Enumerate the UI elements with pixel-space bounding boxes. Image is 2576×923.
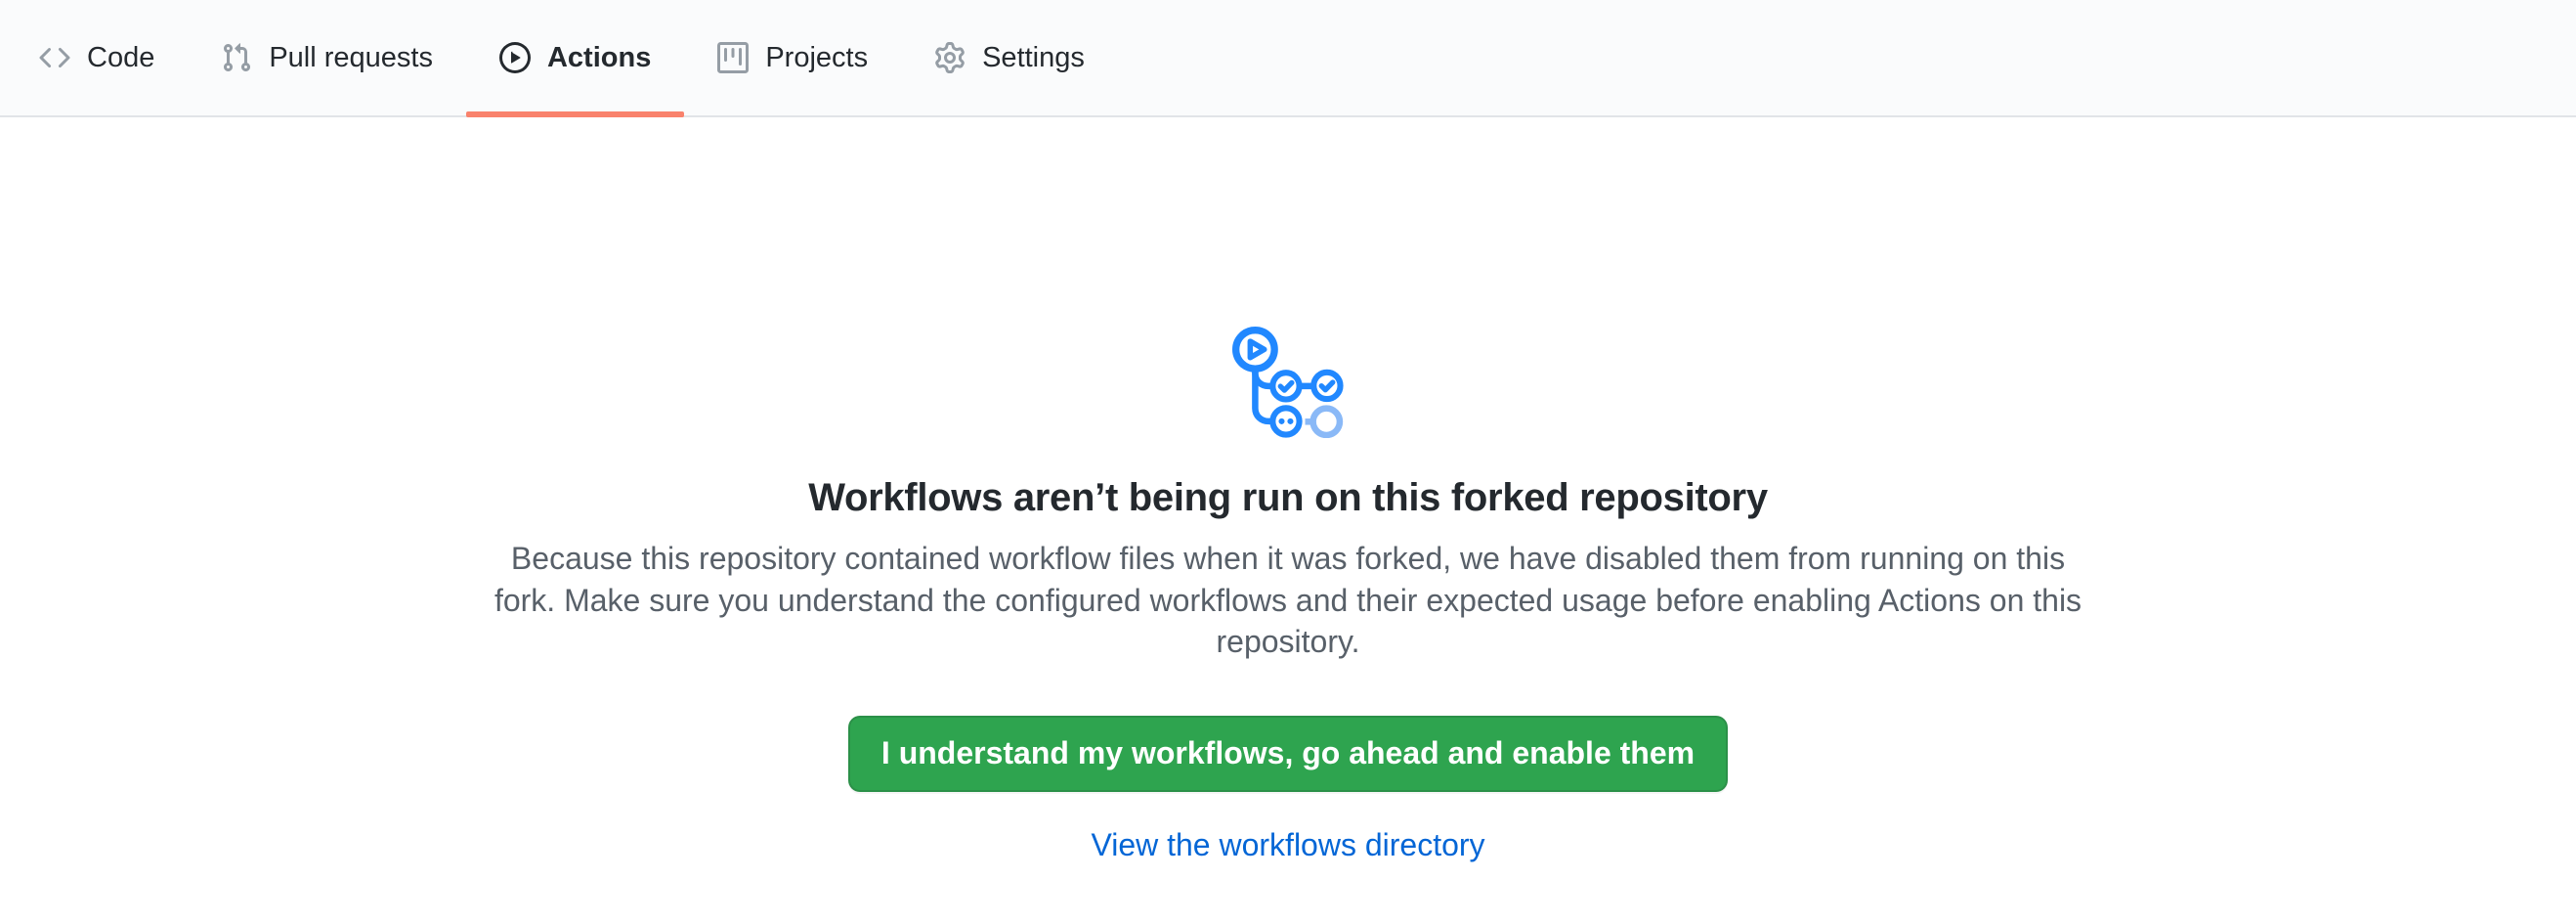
repo-tab-nav: Code Pull requests Actions Projects Sett… [0,0,2576,117]
enable-workflows-button[interactable]: I understand my workflows, go ahead and … [848,716,1728,792]
gear-icon [934,42,966,73]
blankslate-description: Because this repository contained workfl… [482,538,2094,663]
tab-settings-label: Settings [982,42,1085,74]
actions-disabled-blankslate: Workflows aren’t being run on this forke… [0,117,2576,863]
workflow-graph-icon [1232,327,1344,443]
page-title: Workflows aren’t being run on this forke… [0,476,2576,520]
tab-code-label: Code [87,42,154,74]
tab-projects[interactable]: Projects [684,0,901,115]
play-icon [499,42,531,73]
project-icon [717,42,749,73]
tab-projects-label: Projects [765,42,868,74]
tab-pull-requests-label: Pull requests [269,42,433,74]
view-workflows-directory-link[interactable]: View the workflows directory [1091,827,1484,862]
tab-actions-label: Actions [547,42,651,74]
tab-code[interactable]: Code [6,0,188,115]
code-icon [39,42,70,73]
pull-request-icon [221,42,252,73]
tab-actions[interactable]: Actions [466,0,684,115]
tab-settings[interactable]: Settings [901,0,1118,115]
active-tab-underline [466,111,684,117]
tab-pull-requests[interactable]: Pull requests [188,0,466,115]
